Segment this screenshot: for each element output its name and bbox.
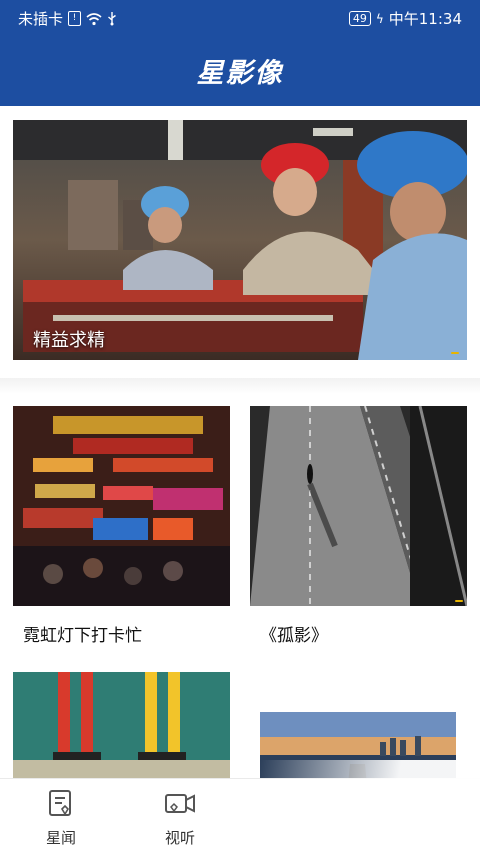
hero-caption: 精益求精 [33,330,105,351]
hero-photo [13,120,467,360]
neon-street-photo [13,406,230,606]
feed[interactable]: 精益求精 霓虹灯下打卡忙 《孤影》 [0,106,480,778]
usb-icon [108,12,116,26]
card-title: 霓虹灯下打卡忙 [23,626,142,646]
tab-video[interactable]: 视听 [150,789,210,848]
corner-overlay [260,760,480,853]
sim-alert-icon: ! [68,11,82,26]
tab-video-label: 视听 [164,829,195,847]
battery-indicator: 49 [348,11,371,26]
card-image [13,406,230,606]
tab-news-label: 星闻 [45,829,76,847]
wifi-icon [86,12,102,25]
photo-card[interactable]: 《孤影》 [250,406,467,646]
photo-card[interactable]: 霓虹灯下打卡忙 [13,406,230,646]
video-icon [165,794,195,813]
watermark-logo [455,600,463,602]
hero-card[interactable]: 精益求精 [13,120,467,360]
carrier-label: 未插卡 [18,10,64,28]
legs-photo [13,672,230,778]
photo-card[interactable] [13,672,230,778]
app-title: 星影像 [196,58,284,89]
app-header: 星影像 [0,34,480,106]
section-divider [0,378,480,394]
lone-figure-photo [250,406,467,606]
news-icon [49,790,71,816]
clock: 中午11:34 [388,10,462,28]
tab-news[interactable]: 星闻 [31,789,91,848]
card-image [250,406,467,606]
card-image [13,672,230,778]
charging-icon: ϟ [375,11,384,26]
watermark-logo [451,352,459,354]
card-title: 《孤影》 [260,626,328,646]
status-bar: 未插卡 ! 49 ϟ 中午11:34 [0,0,480,34]
